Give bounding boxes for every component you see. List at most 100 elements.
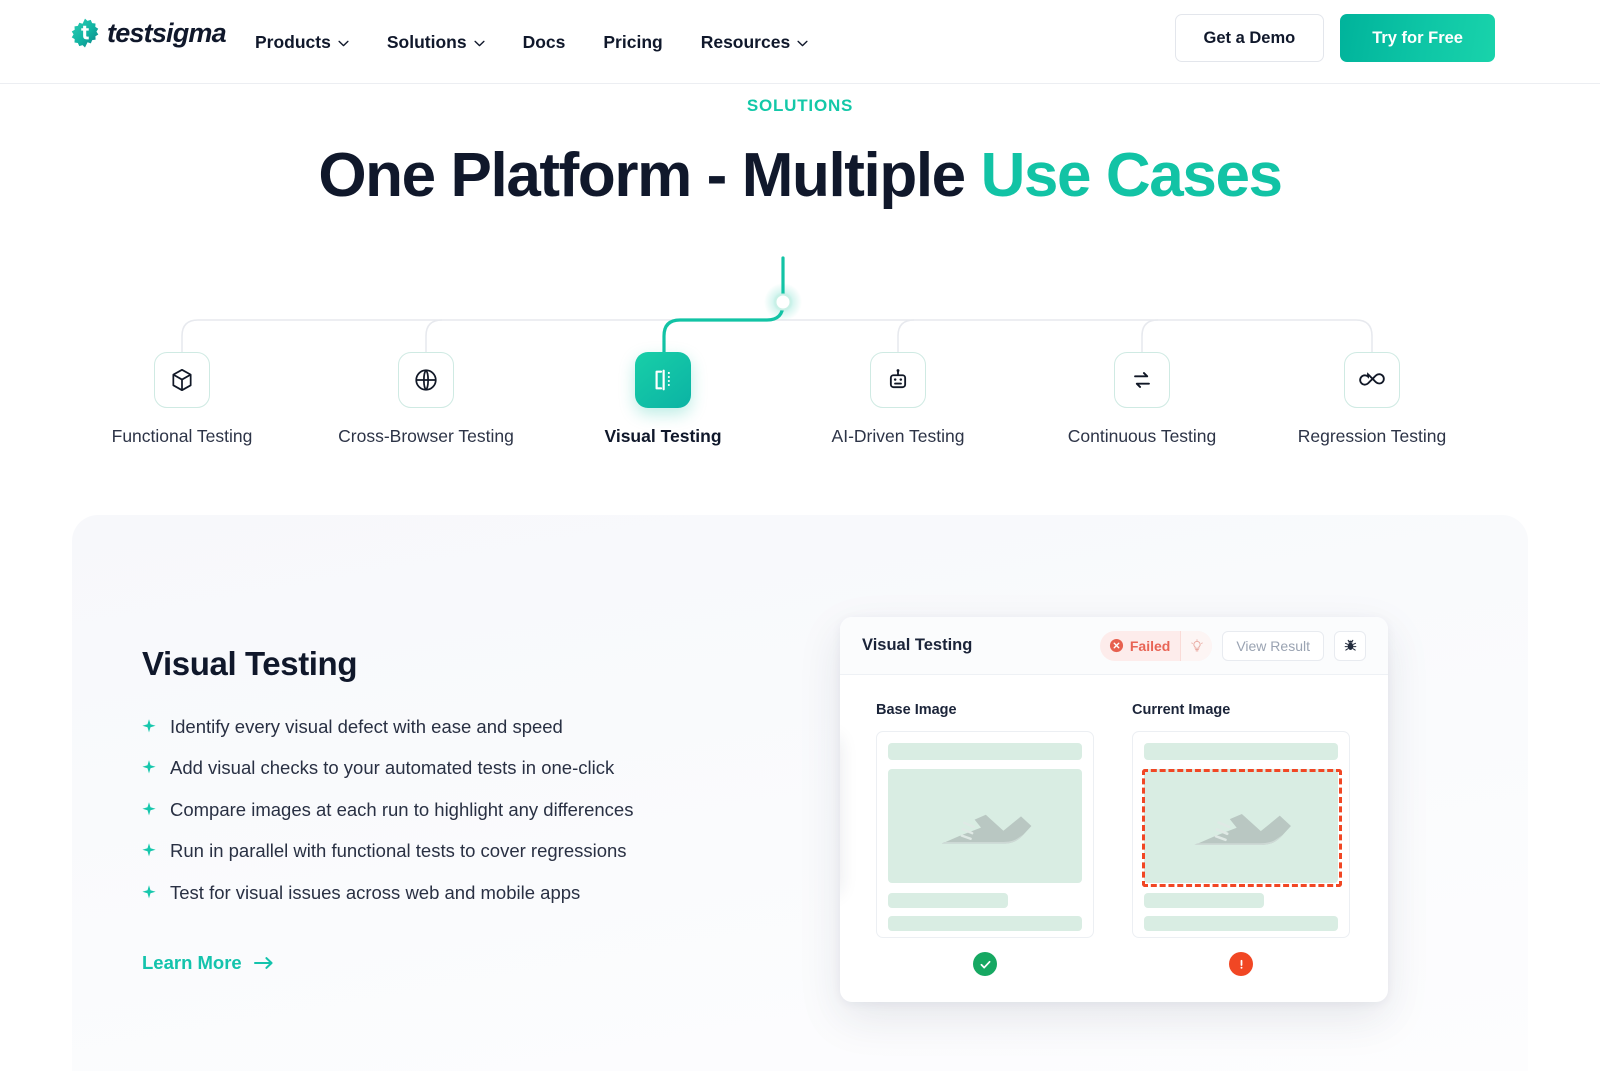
page-root: testsigma Products Solutions Docs Pricin… (0, 0, 1600, 1071)
feature-panel: Visual Testing Identify every visual def… (72, 515, 1528, 1071)
image-frame (876, 731, 1094, 938)
panel-label: Current Image (1132, 702, 1231, 718)
base-image-panel: Base Image (876, 702, 1094, 1002)
nav-item-solutions[interactable]: Solutions (387, 32, 485, 53)
sparkle-bullet-icon (142, 802, 156, 816)
mockup-header-actions: Failed View Result (1099, 630, 1366, 661)
list-item: Run in parallel with functional tests to… (142, 839, 762, 863)
list-item: Add visual checks to your automated test… (142, 756, 762, 780)
mockup-header: Visual Testing Failed View Result (840, 617, 1388, 675)
tab-regression-testing[interactable]: Regression Testing (1272, 352, 1472, 447)
tab-icon-wrap (154, 352, 210, 408)
list-item: Identify every visual defect with ease a… (142, 715, 762, 739)
feature-title: Visual Testing (142, 645, 358, 682)
tab-visual-testing[interactable]: Visual Testing (563, 352, 763, 447)
tab-ai-driven-testing[interactable]: AI-Driven Testing (798, 352, 998, 447)
logo[interactable]: testsigma (70, 17, 227, 48)
globe-icon (415, 369, 437, 391)
logo-text: testsigma (107, 17, 227, 48)
nav-label: Resources (700, 31, 791, 52)
check-circle-icon (973, 952, 997, 976)
list-item-label: Run in parallel with functional tests to… (170, 840, 627, 862)
list-item-label: Compare images at each run to highlight … (170, 798, 634, 820)
mockup-title: Visual Testing (862, 636, 973, 654)
list-item: Test for visual issues across web and mo… (142, 881, 762, 905)
list-item-label: Add visual checks to your automated test… (170, 757, 615, 779)
sparkle-bullet-icon (142, 884, 156, 899)
tab-continuous-testing[interactable]: Continuous Testing (1042, 352, 1242, 447)
tab-icon-wrap (398, 352, 454, 408)
feature-bullet-list: Identify every visual defect with ease a… (142, 715, 762, 905)
list-item: Compare images at each run to highlight … (142, 798, 762, 822)
shoe-illustration-icon (1194, 813, 1291, 845)
box-3d-icon (172, 368, 192, 392)
tab-label: Continuous Testing (1067, 426, 1217, 446)
lightbulb-glyph (1191, 638, 1203, 651)
skeleton-bar (1144, 743, 1338, 760)
section-eyebrow: SOLUTIONS (746, 96, 854, 115)
bug-icon[interactable] (1334, 630, 1366, 661)
error-circle-icon (1109, 638, 1123, 653)
nav-label: Solutions (386, 31, 467, 52)
skeleton-hero (888, 769, 1082, 883)
sparkle-bullet-icon (142, 719, 156, 733)
sparkle-bullet-icon (142, 760, 156, 774)
skeleton-bar (1144, 893, 1265, 908)
skeleton-bar (888, 916, 1082, 931)
tab-label: Visual Testing (604, 426, 722, 446)
chevron-down-icon (797, 40, 808, 47)
page-title-accent: Use Cases (980, 141, 1283, 210)
testsigma-gear-logo-icon (71, 18, 99, 48)
exclamation-glyph (1240, 959, 1242, 969)
mockup-body: Base Image Current Image (840, 675, 1388, 1002)
view-result-button[interactable]: View Result (1222, 630, 1324, 661)
chevron-down-icon (338, 40, 349, 47)
shoe-illustration-icon (941, 814, 1032, 844)
sparkle-bullet-icon (142, 843, 156, 857)
tab-cross-browser-testing[interactable]: Cross-Browser Testing (326, 352, 526, 447)
nav-item-products[interactable]: Products (255, 32, 349, 53)
check-glyph (980, 960, 990, 968)
tab-label: Cross-Browser Testing (338, 426, 514, 446)
main-nav: Products Solutions Docs Pricing Resource… (255, 0, 808, 84)
visual-testing-app-mockup: Visual Testing Failed View Result Base I… (840, 617, 1388, 1002)
tab-label: Regression Testing (1297, 426, 1447, 446)
list-item-label: Identify every visual defect with ease a… (170, 716, 563, 737)
visual-compare-icon (655, 369, 670, 391)
tab-functional-testing[interactable]: Functional Testing (82, 352, 282, 447)
status-badge-main: Failed (1100, 638, 1180, 654)
lightbulb-icon[interactable] (1180, 630, 1213, 661)
list-item-label: Test for visual issues across web and mo… (170, 881, 581, 903)
nav-label: Docs (522, 31, 566, 52)
feature-text-column: Visual Testing Identify every visual def… (142, 645, 762, 974)
skeleton-hero (1144, 769, 1338, 883)
tab-icon-wrap (870, 352, 926, 408)
tab-icon-wrap (1114, 352, 1170, 408)
current-image-panel: Current Image (1132, 702, 1350, 1002)
site-header: testsigma Products Solutions Docs Pricin… (0, 0, 1600, 84)
nav-label: Pricing (603, 31, 663, 52)
header-actions: Get a Demo Try for Free (1174, 14, 1495, 62)
skeleton-bar (888, 893, 1009, 908)
nav-item-docs[interactable]: Docs (523, 32, 566, 53)
learn-more-link[interactable]: Learn More (142, 952, 274, 974)
tab-icon-wrap (1344, 352, 1400, 408)
page-title-plain: One Platform - Multiple (318, 141, 981, 210)
nav-label: Products (255, 31, 331, 52)
skeleton-bar (1144, 916, 1338, 931)
status-badge-label: Failed (1129, 637, 1171, 654)
page-title: One Platform - Multiple Use Cases (0, 140, 1600, 211)
status-badge[interactable]: Failed (1099, 630, 1213, 661)
try-for-free-button[interactable]: Try for Free (1340, 14, 1495, 62)
robot-icon (889, 369, 907, 389)
loop-arrows-icon (1134, 372, 1150, 388)
panel-label: Base Image (876, 702, 957, 718)
image-frame (1132, 731, 1350, 938)
nav-item-resources[interactable]: Resources (701, 32, 809, 53)
exclamation-circle-icon (1229, 952, 1253, 976)
learn-more-label: Learn More (142, 952, 242, 974)
get-a-demo-button[interactable]: Get a Demo (1174, 14, 1325, 62)
tab-icon-wrap (635, 352, 691, 408)
solutions-tabs: Functional Testing Cross-Browser Testing (0, 352, 1600, 462)
nav-item-pricing[interactable]: Pricing (603, 32, 662, 53)
